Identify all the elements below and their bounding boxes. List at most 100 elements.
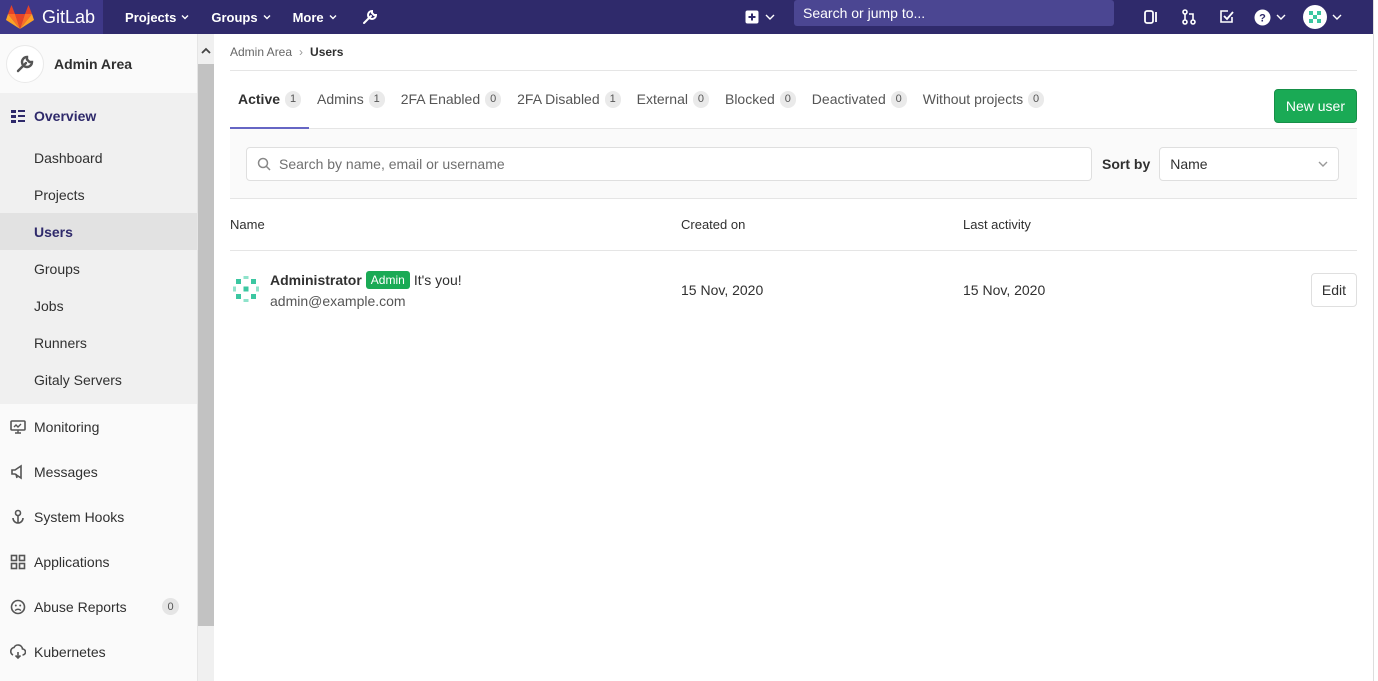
user-created-date: 15 Nov, 2020 (681, 282, 764, 298)
users-table-header: Name Created on Last activity (230, 199, 1357, 251)
sidebar-header[interactable]: Admin Area (0, 34, 197, 93)
user-name-link[interactable]: Administrator (270, 272, 362, 288)
merge-request-icon[interactable] (1180, 8, 1198, 26)
tab-2fa-disabled[interactable]: 2FA Disabled 1 (509, 70, 629, 128)
user-avatar[interactable] (230, 273, 262, 305)
tab-label: Deactivated (811, 91, 886, 107)
sidebar-item-runners[interactable]: Runners (0, 324, 197, 361)
chevron-down-icon (1332, 14, 1342, 20)
chevron-down-icon (1318, 161, 1328, 167)
sidebar-avatar (6, 44, 44, 83)
sort-selected-value: Name (1170, 155, 1208, 172)
sidebar-item-dashboard[interactable]: Dashboard (0, 139, 197, 176)
user-email: admin@example.com (270, 293, 406, 309)
tab-count-badge: 0 (485, 90, 502, 108)
sidebar-item-gitaly-servers[interactable]: Gitaly Servers (0, 361, 197, 398)
tab-label: Active (238, 91, 281, 107)
sidebar-toggle-icon[interactable] (1142, 8, 1160, 26)
tab-blocked[interactable]: Blocked 0 (717, 70, 804, 128)
sort-select[interactable]: Name (1159, 146, 1340, 181)
tab-external[interactable]: External 0 (629, 70, 717, 128)
column-header-created: Created on (681, 217, 746, 232)
tab-label: 2FA Disabled (517, 91, 600, 107)
admin-wrench-icon[interactable] (361, 8, 379, 26)
tab-count-badge: 0 (890, 90, 907, 108)
tab-count-badge: 0 (692, 90, 709, 108)
sidebar-item-label: System Hooks (34, 508, 125, 525)
brand-name: GitLab (42, 6, 96, 27)
sidebar-item-messages[interactable]: Messages (0, 449, 197, 494)
new-user-button[interactable]: New user (1273, 89, 1357, 123)
new-dropdown[interactable] (745, 10, 776, 24)
overview-icon (11, 110, 25, 123)
chevron-down-icon (181, 15, 189, 20)
sidebar-item-system-hooks[interactable]: System Hooks (0, 494, 197, 539)
column-header-name: Name (230, 217, 265, 232)
global-search-input[interactable]: Search or jump to... (794, 0, 1114, 26)
nav-more-dropdown[interactable]: More (293, 10, 337, 25)
search-icon (257, 157, 271, 171)
sidebar-scrollbar[interactable] (198, 34, 214, 681)
edit-user-button[interactable]: Edit (1310, 273, 1357, 307)
sidebar-overview-section: Overview Dashboard Projects Users Groups… (0, 93, 197, 404)
nav-projects-label: Projects (125, 9, 177, 25)
chevron-down-icon (263, 15, 271, 20)
chevron-down-icon (329, 15, 337, 20)
main-content: Admin Area › Users Active 1 Admins 1 2FA… (230, 34, 1357, 681)
user-search-input[interactable]: Search by name, email or username (246, 146, 1092, 181)
gitlab-home-link[interactable]: GitLab (0, 0, 104, 34)
help-dropdown[interactable]: ? (1254, 9, 1287, 26)
tab-admins[interactable]: Admins 1 (309, 70, 393, 128)
sidebar-item-jobs[interactable]: Jobs (0, 287, 197, 324)
user-filter-tabs: Active 1 Admins 1 2FA Enabled 0 2FA Disa… (230, 71, 1357, 129)
its-you-note: It's you! (413, 272, 462, 288)
sidebar-item-label: Applications (34, 553, 110, 570)
chevron-down-icon (1276, 14, 1286, 20)
plus-square-icon (745, 10, 759, 24)
sidebar-item-kubernetes[interactable]: Kubernetes (0, 629, 197, 674)
sidebar-title: Admin Area (54, 55, 133, 72)
admin-sidebar: Admin Area Overview Dashboard Projects U… (0, 34, 198, 681)
tab-count-badge: 0 (1028, 90, 1045, 108)
gitlab-logo-icon (6, 5, 34, 29)
chevron-up-icon[interactable] (201, 46, 211, 56)
sidebar-item-projects[interactable]: Projects (0, 176, 197, 213)
sidebar-item-abuse-reports[interactable]: Abuse Reports 0 (0, 584, 197, 629)
user-name-line: Administrator Admin It's you! (270, 271, 462, 289)
filter-bar: Search by name, email or username Sort b… (230, 129, 1357, 199)
svg-text:?: ? (1259, 12, 1266, 24)
user-last-activity: 15 Nov, 2020 (963, 282, 1046, 298)
hook-icon (12, 509, 24, 524)
breadcrumb: Admin Area › Users (230, 34, 1357, 71)
sidebar-item-label: Abuse Reports (34, 598, 127, 615)
abuse-icon (10, 599, 26, 614)
breadcrumb-current[interactable]: Users (310, 45, 343, 59)
tab-active[interactable]: Active 1 (230, 70, 310, 129)
kubernetes-icon (10, 643, 26, 659)
sidebar-scrollbar-thumb[interactable] (198, 64, 214, 626)
nav-more-label: More (292, 9, 324, 25)
sidebar-item-applications[interactable]: Applications (0, 539, 197, 584)
tab-2fa-enabled[interactable]: 2FA Enabled 0 (393, 70, 509, 128)
sidebar-item-label: Monitoring (34, 418, 100, 435)
sidebar-item-users[interactable]: Users (0, 213, 197, 250)
todo-icon[interactable] (1218, 8, 1236, 26)
tab-label: Blocked (724, 91, 775, 107)
tab-count-badge: 1 (604, 90, 621, 108)
user-menu-dropdown[interactable] (1303, 5, 1343, 29)
nav-groups-dropdown[interactable]: Groups (211, 10, 271, 25)
sort-by-label: Sort by (1102, 155, 1151, 172)
tab-label: External (636, 91, 688, 107)
tab-deactivated[interactable]: Deactivated 0 (804, 70, 915, 128)
sidebar-item-overview[interactable]: Overview (0, 93, 197, 139)
table-row: Administrator Admin It's you! admin@exam… (230, 251, 1357, 329)
tab-label: 2FA Enabled (400, 91, 481, 107)
tab-without-projects[interactable]: Without projects 0 (915, 70, 1052, 128)
nav-projects-dropdown[interactable]: Projects (125, 10, 189, 25)
window-right-edge (1373, 0, 1378, 681)
sidebar-item-groups[interactable]: Groups (0, 250, 197, 287)
sidebar-item-monitoring[interactable]: Monitoring (0, 404, 197, 449)
messages-icon (11, 464, 22, 479)
breadcrumb-admin-area[interactable]: Admin Area (230, 45, 292, 59)
abuse-reports-count-badge: 0 (162, 598, 179, 615)
